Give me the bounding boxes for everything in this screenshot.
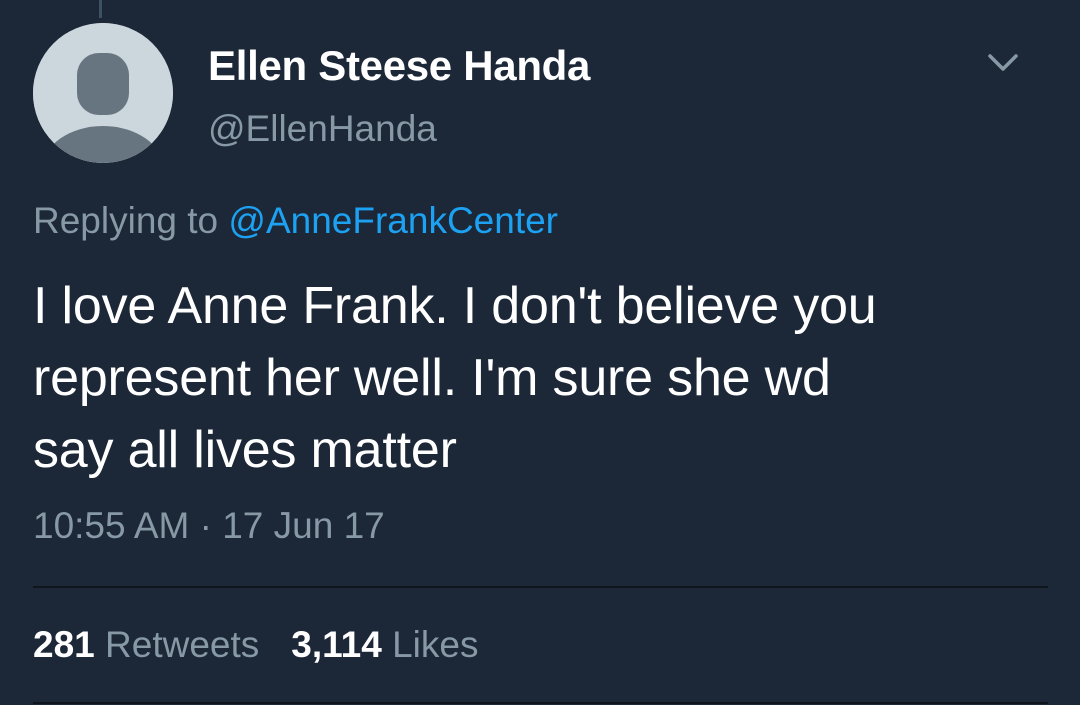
likes-count: 3,114: [291, 624, 382, 665]
retweets-count: 281: [33, 624, 95, 665]
reply-mention-link[interactable]: @AnneFrankCenter: [228, 200, 558, 241]
likes-stat[interactable]: 3,114 Likes: [291, 624, 478, 665]
tweet-text-line: represent her well. I'm sure she wd: [33, 349, 831, 407]
tweet-text-line: say all lives matter: [33, 421, 457, 479]
retweets-label: Retweets: [105, 624, 260, 665]
avatar[interactable]: [33, 23, 173, 163]
replying-to: Replying to @AnneFrankCenter: [33, 200, 558, 242]
thread-connector-line: [99, 0, 102, 18]
author-display-name[interactable]: Ellen Steese Handa: [208, 42, 590, 90]
tweet-text-line: I love Anne Frank. I don't believe you: [33, 277, 877, 335]
replying-to-label: Replying to: [33, 200, 219, 241]
likes-label: Likes: [392, 624, 479, 665]
engagement-stats: 281 Retweets 3,114 Likes: [33, 624, 478, 666]
author-handle[interactable]: @EllenHanda: [208, 108, 437, 150]
tweet-detail: Ellen Steese Handa @EllenHanda Replying …: [0, 0, 1080, 705]
default-profile-icon: [33, 23, 173, 163]
chevron-down-icon[interactable]: [986, 48, 1020, 78]
tweet-text: I love Anne Frank. I don't believe you r…: [33, 270, 1033, 486]
divider: [33, 702, 1048, 704]
tweet-timestamp[interactable]: 10:55 AM · 17 Jun 17: [33, 505, 385, 547]
divider: [33, 586, 1048, 588]
retweets-stat[interactable]: 281 Retweets: [33, 624, 259, 665]
